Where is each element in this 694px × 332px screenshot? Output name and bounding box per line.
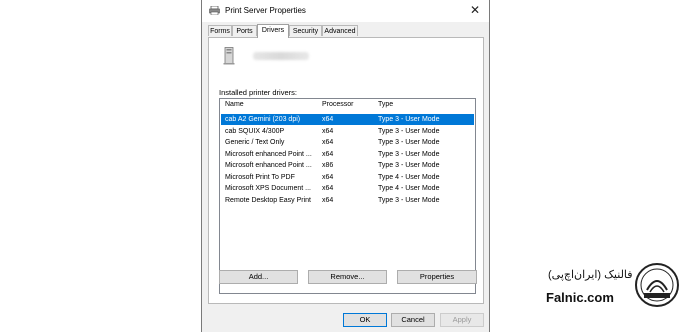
remove-driver-button[interactable]: Remove... [308,270,387,284]
driver-name: cab SQUIX 4/300P [225,127,285,135]
title-bar: Print Server Properties ✕ [202,0,489,22]
driver-type: Type 4 - User Mode [378,185,440,192]
driver-name: Generic / Text Only [225,139,285,146]
driver-processor: x64 [322,196,334,204]
list-item[interactable]: cab SQUIX 4/300P x64 Type 3 - User Mode [221,126,474,137]
driver-processor: x64 [322,127,334,135]
driver-type: Type 3 - User Mode [378,162,440,169]
tab-ports[interactable]: Ports [232,25,257,36]
print-server-properties-dialog: Print Server Properties ✕ Forms Ports Dr… [201,0,490,332]
list-item[interactable]: Microsoft XPS Document ... x64 Type 4 - … [221,183,474,194]
watermark-persian-text: فالنیک (ایران‌اچ‌پی) [548,269,633,281]
column-header-name[interactable]: Name [225,101,244,108]
tab-forms[interactable]: Forms [208,25,232,36]
driver-processor: x64 [322,185,334,192]
driver-name: Microsoft enhanced Point ... [225,150,312,158]
column-header-processor[interactable]: Processor [322,101,354,108]
printer-icon [209,6,220,15]
driver-processor: x86 [322,162,334,169]
driver-type: Type 3 - User Mode [378,116,440,123]
tab-security[interactable]: Security [289,25,322,36]
tab-drivers[interactable]: Drivers [257,24,289,38]
list-item[interactable]: Remote Desktop Easy Print x64 Type 3 - U… [221,195,474,206]
driver-processor: x64 [322,173,334,181]
driver-name: Microsoft Print To PDF [225,173,295,181]
driver-type: Type 4 - User Mode [378,173,440,181]
list-header: Name Processor Type [220,101,475,112]
driver-name: cab A2 Gemini (203 dpi) [225,116,301,123]
server-name-redacted [253,52,309,60]
drivers-panel: Installed printer drivers: Name Processo… [208,37,484,304]
list-item[interactable]: Microsoft Print To PDF x64 Type 4 - User… [221,172,474,183]
driver-processor: x64 [322,139,334,146]
driver-processor: x64 [322,116,334,123]
list-item[interactable]: Microsoft enhanced Point ... x86 Type 3 … [221,160,474,171]
driver-name: Microsoft enhanced Point ... [225,162,312,169]
close-icon[interactable]: ✕ [468,3,482,17]
list-item[interactable]: Microsoft enhanced Point ... x64 Type 3 … [221,149,474,160]
installed-drivers-label: Installed printer drivers: [219,88,297,97]
driver-name: Microsoft XPS Document ... [225,185,311,192]
list-item[interactable]: cab A2 Gemini (203 dpi) x64 Type 3 - Use… [221,114,474,125]
column-header-type[interactable]: Type [378,101,393,108]
driver-type: Type 3 - User Mode [378,150,440,158]
list-item[interactable]: Generic / Text Only x64 Type 3 - User Mo… [221,137,474,148]
window-title: Print Server Properties [225,6,306,15]
iranhp-logo-icon [635,263,679,307]
driver-type: Type 3 - User Mode [378,139,440,146]
ok-button[interactable]: OK [343,313,387,327]
server-icon [223,47,235,65]
apply-button[interactable]: Apply [440,313,484,327]
add-driver-button[interactable]: Add... [219,270,298,284]
tab-advanced[interactable]: Advanced [322,25,358,36]
cancel-button[interactable]: Cancel [391,313,435,327]
properties-button[interactable]: Properties [397,270,477,284]
driver-name: Remote Desktop Easy Print [225,196,311,204]
driver-type: Type 3 - User Mode [378,196,440,204]
driver-processor: x64 [322,150,334,158]
driver-type: Type 3 - User Mode [378,127,440,135]
drivers-list[interactable]: Name Processor Type cab A2 Gemini (203 d… [219,98,476,294]
watermark-latin-text: Falnic.com [546,290,614,305]
